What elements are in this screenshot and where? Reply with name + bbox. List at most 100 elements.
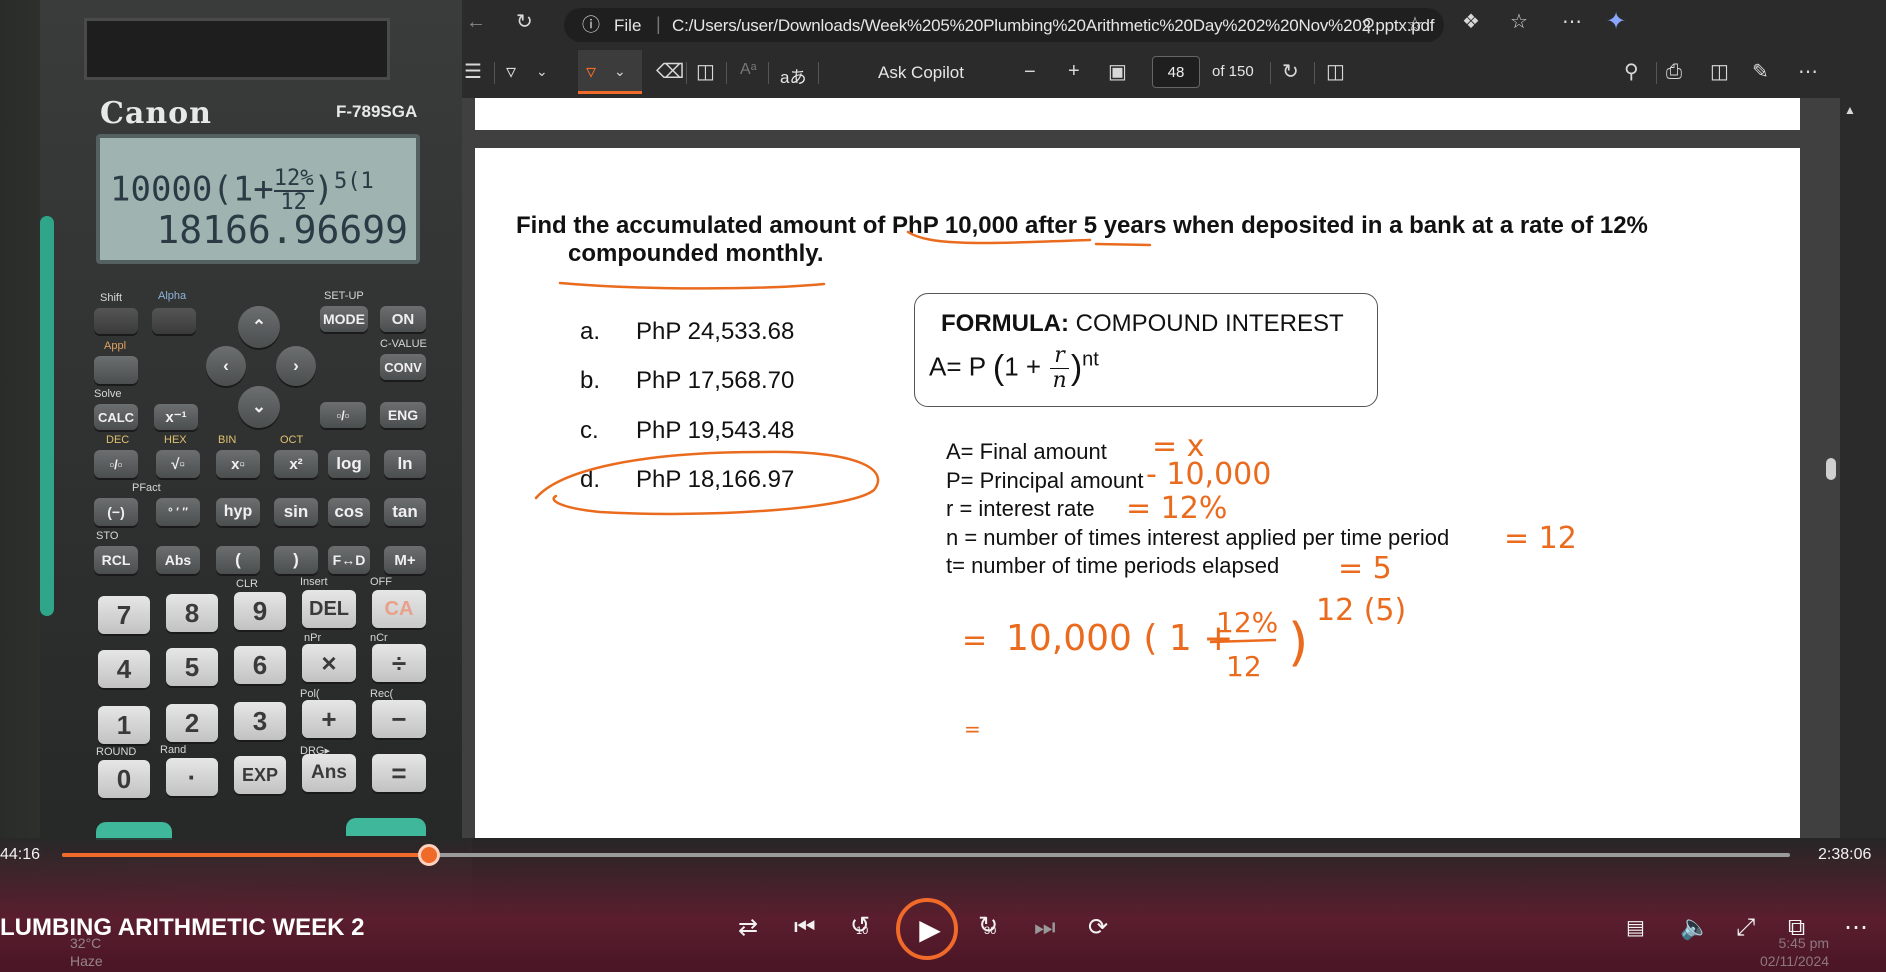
on-key[interactable]: ON	[380, 306, 426, 332]
key-0[interactable]: 0	[98, 760, 150, 798]
log-key[interactable]: log	[328, 450, 370, 478]
print-icon[interactable]: ⎙	[1666, 62, 1682, 82]
page-view-icon[interactable]: ◫	[1326, 62, 1345, 82]
calc-key[interactable]: CALC	[94, 404, 138, 430]
arrow-up-key[interactable]: ⌃	[238, 306, 280, 348]
fd-key[interactable]: F↔D	[328, 546, 370, 574]
del-key[interactable]: DEL	[302, 590, 356, 628]
next-icon[interactable]: ⏭	[1034, 916, 1056, 940]
extensions-icon[interactable]: ❖	[1462, 12, 1480, 32]
shift-key[interactable]	[94, 308, 138, 334]
arrow-down-key[interactable]: ⌄	[238, 386, 280, 428]
shuffle-icon[interactable]: ⇄	[738, 916, 758, 940]
choice-b: b. PhP 17,568.70	[580, 367, 795, 394]
draw-dropdown-icon[interactable]: ⌄	[614, 64, 626, 78]
arrow-right-key[interactable]: ›	[276, 346, 316, 386]
rcl-key[interactable]: RCL	[94, 546, 138, 574]
ca-key[interactable]: CA	[372, 590, 426, 628]
refresh-icon[interactable]: ↻	[516, 12, 533, 32]
minus-key[interactable]: −	[372, 700, 426, 738]
degree-key[interactable]: ° ′ ″	[156, 498, 200, 526]
copilot-icon[interactable]: ✦	[1606, 10, 1626, 34]
key-1[interactable]: 1	[98, 706, 150, 744]
search-icon[interactable]: ⚲	[1624, 62, 1639, 82]
volume-icon[interactable]: 🔈	[1680, 916, 1710, 940]
square-key[interactable]: x²	[274, 450, 318, 478]
eraser-icon[interactable]: ⌫	[656, 62, 684, 82]
key-5[interactable]: 5	[166, 648, 218, 686]
key-8[interactable]: 8	[166, 594, 218, 632]
key-7[interactable]: 7	[98, 596, 150, 634]
cos-key[interactable]: cos	[328, 498, 370, 526]
read-aloud-button[interactable]: aあ	[780, 63, 806, 88]
rotate-icon[interactable]: ↻	[1282, 62, 1299, 82]
favorites-icon[interactable]: ☆	[1510, 12, 1528, 32]
appl-key[interactable]	[94, 356, 138, 384]
fraction-key[interactable]: ▫/▫	[320, 402, 366, 428]
more-menu-icon[interactable]: ⋯	[1562, 12, 1582, 32]
inverse-key[interactable]: x⁻¹	[154, 404, 198, 430]
captions-icon[interactable]: ▤	[1626, 918, 1645, 938]
negative-key[interactable]: (−)	[94, 498, 138, 526]
sqrt-key[interactable]: √▫	[156, 450, 200, 478]
eng-key[interactable]: ENG	[380, 402, 426, 428]
plus-key[interactable]: +	[302, 700, 356, 738]
fullscreen-icon[interactable]: ⤢	[1736, 916, 1755, 940]
page-number-input[interactable]: 48	[1152, 56, 1200, 88]
conv-key[interactable]: CONV	[380, 354, 426, 380]
power-key[interactable]: x▫	[216, 450, 260, 478]
favorite-star-icon[interactable]: ☆	[1406, 15, 1424, 35]
info-icon[interactable]: ⓘ	[582, 16, 600, 34]
address-bar[interactable]: ⓘ File | C:/Users/user/Downloads/Week%20…	[564, 8, 1444, 42]
text-box-icon[interactable]: ◫	[696, 62, 715, 82]
more-icon[interactable]: ⋯	[1844, 916, 1868, 940]
ans-key[interactable]: Ans	[302, 754, 356, 792]
url-text[interactable]: C:/Users/user/Downloads/Week%205%20Plumb…	[672, 16, 1434, 36]
fit-page-icon[interactable]: ▣	[1108, 62, 1127, 82]
dot-key[interactable]: ·	[166, 758, 218, 796]
sin-key[interactable]: sin	[274, 498, 318, 526]
frac-key[interactable]: ▫/▫	[94, 450, 138, 478]
back-icon[interactable]: ←	[466, 12, 486, 32]
ask-copilot-button[interactable]: Ask Copilot	[878, 63, 964, 83]
draw-icon[interactable]: ▿	[586, 62, 596, 82]
scrollbar-thumb[interactable]	[1826, 458, 1836, 480]
divide-key[interactable]: ÷	[372, 644, 426, 682]
repeat-off-icon[interactable]: ⟳	[1088, 916, 1108, 940]
save-icon[interactable]: ◫	[1710, 62, 1729, 82]
mode-key[interactable]: MODE	[320, 306, 368, 332]
key-2[interactable]: 2	[166, 704, 218, 742]
forward-icon[interactable]: ↻ 30	[978, 914, 998, 938]
zoom-out-icon[interactable]: −	[1024, 62, 1036, 82]
previous-icon[interactable]: ⏮	[794, 916, 816, 940]
ln-key[interactable]: ln	[384, 450, 426, 478]
abs-key[interactable]: Abs	[156, 546, 200, 574]
arrow-left-key[interactable]: ‹	[206, 346, 246, 386]
left-paren-key[interactable]: (	[216, 546, 260, 574]
key-3[interactable]: 3	[234, 702, 286, 740]
hyp-key[interactable]: hyp	[216, 498, 260, 526]
exp-key[interactable]: EXP	[234, 756, 286, 794]
scroll-up-icon[interactable]: ▲	[1844, 104, 1856, 116]
highlight-icon[interactable]: ▿	[506, 62, 516, 82]
play-button[interactable]: ▶	[896, 898, 958, 960]
key-6[interactable]: 6	[234, 646, 286, 684]
key-9[interactable]: 9	[234, 592, 286, 630]
contents-icon[interactable]: ☰	[464, 62, 482, 82]
multiply-key[interactable]: ×	[302, 644, 356, 682]
equals-key[interactable]: =	[372, 754, 426, 792]
save-as-icon[interactable]: ✎	[1752, 62, 1769, 82]
zoom-icon[interactable]: ⚲	[1362, 16, 1375, 34]
highlight-dropdown-icon[interactable]: ⌄	[536, 64, 548, 78]
more-options-icon[interactable]: ⋯	[1798, 62, 1818, 82]
right-paren-key[interactable]: )	[274, 546, 318, 574]
alpha-key[interactable]	[152, 308, 196, 334]
rewind-icon[interactable]: ↺ 10	[850, 914, 870, 938]
seek-bar[interactable]	[62, 853, 1790, 857]
draw-tool[interactable]: ▿ ⌄	[578, 50, 642, 94]
key-4[interactable]: 4	[98, 650, 150, 688]
scrollbar-track[interactable]: ▲	[1840, 98, 1886, 838]
tan-key[interactable]: tan	[384, 498, 426, 526]
mplus-key[interactable]: M+	[384, 546, 426, 574]
zoom-in-icon[interactable]: +	[1068, 61, 1080, 81]
